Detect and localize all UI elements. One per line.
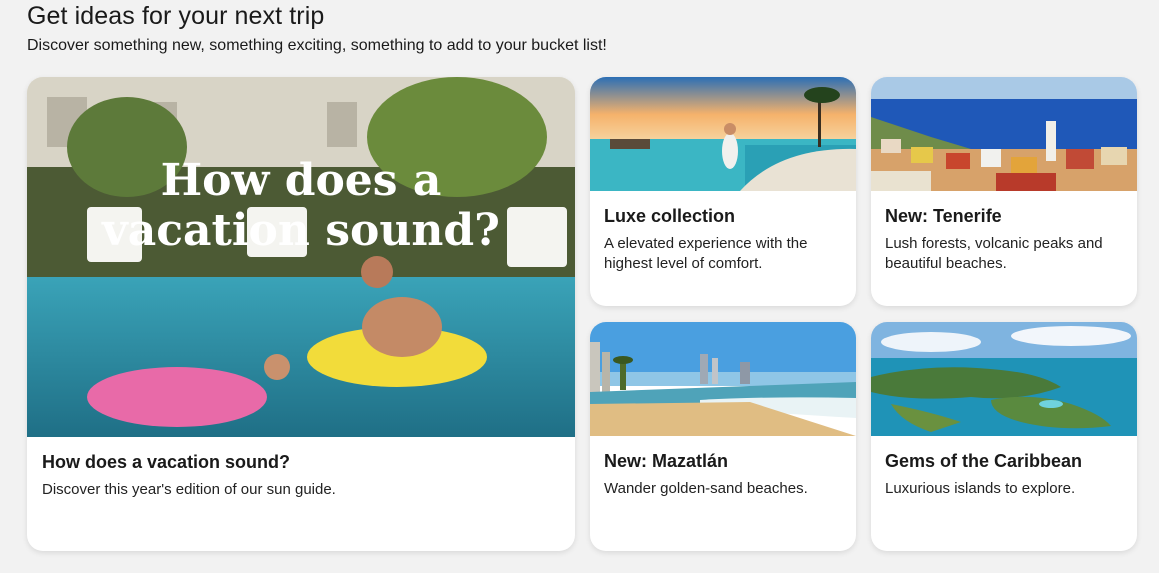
card-title: Luxe collection [604,206,736,226]
card-tenerife[interactable]: New: Tenerife Lush forests, volcanic pea… [871,77,1137,306]
card-title: Gems of the Caribbean [885,451,1083,471]
card-luxe-collection[interactable]: Luxe collection A elevated experience wi… [590,77,856,306]
card-title: New: Tenerife [885,206,1002,226]
card-mazatlan[interactable]: New: Mazatlán Wander golden-sand beaches… [590,322,856,551]
card-description: Luxurious islands to explore. [885,480,1076,497]
card-description: A elevated experience with the highest l… [604,235,808,272]
card-title: How does a vacation sound? [42,452,291,472]
section-title: Get ideas for your next trip [27,2,325,30]
card-image-caribbean [871,322,1137,436]
card-caribbean[interactable]: Gems of the Caribbean Luxurious islands … [871,322,1137,551]
card-title: New: Mazatlán [604,451,729,471]
card-description: Wander golden-sand beaches. [604,480,808,497]
section-subtitle: Discover something new, something exciti… [27,37,607,54]
hero-headline-line2: vacation sound? [101,205,500,256]
card-description: Discover this year's edition of our sun … [42,481,336,498]
card-image-tenerife [871,77,1137,191]
hero-headline-line1: How does a [161,155,442,206]
card-image-pool: How does a vacation sound? [27,77,575,437]
card-description: Lush forests, volcanic peaks and beautif… [885,235,1103,272]
card-image-mazatlan [590,322,856,436]
card-image-luxe [590,77,856,191]
card-vacation-sound[interactable]: How does a vacation sound? How does a va… [27,77,575,551]
